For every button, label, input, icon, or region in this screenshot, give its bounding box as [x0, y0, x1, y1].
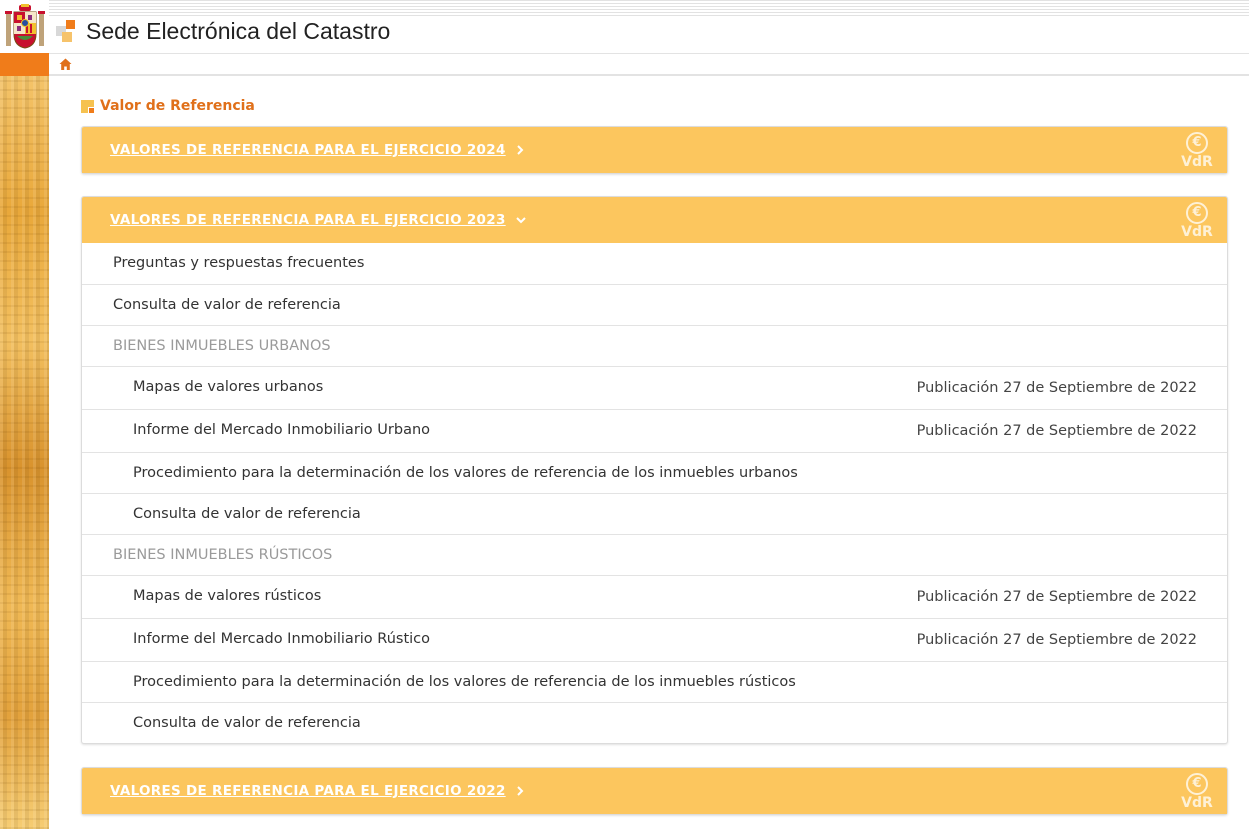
- list-item[interactable]: Consulta de valor de referencia: [82, 284, 1227, 325]
- list-item[interactable]: Consulta de valor de referencia: [82, 493, 1227, 534]
- list-item[interactable]: Mapas de valores rústicos Publicación 27…: [82, 575, 1227, 618]
- item-label[interactable]: Consulta de valor de referencia: [113, 297, 341, 313]
- item-label[interactable]: Consulta de valor de referencia: [133, 506, 361, 522]
- panel-title-link[interactable]: VALORES DE REFERENCIA PARA EL EJERCICIO …: [110, 783, 524, 799]
- item-label[interactable]: Procedimiento para la determinación de l…: [133, 674, 796, 690]
- item-label[interactable]: Procedimiento para la determinación de l…: [133, 465, 798, 481]
- list-item[interactable]: Preguntas y respuestas frecuentes: [82, 243, 1227, 284]
- publication-date: Publicación 27 de Septiembre de 2022: [916, 380, 1197, 396]
- euro-icon: € VdR: [1179, 132, 1215, 172]
- site-title[interactable]: Sede Electrónica del Catastro: [86, 18, 390, 45]
- city-photo-banner: [0, 76, 49, 829]
- publication-date: Publicación 27 de Septiembre de 2022: [916, 632, 1197, 648]
- panel-header-2023[interactable]: VALORES DE REFERENCIA PARA EL EJERCICIO …: [82, 197, 1227, 243]
- page-title: Valor de Referencia: [100, 98, 255, 114]
- spain-coat-of-arms-logo: [0, 0, 49, 53]
- panel-ejercicio-2024: VALORES DE REFERENCIA PARA EL EJERCICIO …: [81, 126, 1228, 174]
- section-header-rusticos: BIENES INMUEBLES RÚSTICOS: [82, 534, 1227, 575]
- item-label[interactable]: Preguntas y respuestas frecuentes: [113, 255, 364, 271]
- panel-header-2024[interactable]: VALORES DE REFERENCIA PARA EL EJERCICIO …: [82, 127, 1227, 173]
- item-label[interactable]: Consulta de valor de referencia: [133, 715, 361, 731]
- list-item[interactable]: Procedimiento para la determinación de l…: [82, 452, 1227, 493]
- catastro-logo-icon: [56, 20, 78, 42]
- chevron-down-icon: [515, 217, 526, 224]
- euro-icon: € VdR: [1179, 202, 1215, 242]
- list-item[interactable]: Informe del Mercado Inmobiliario Rústico…: [82, 618, 1227, 661]
- section-label: BIENES INMUEBLES RÚSTICOS: [113, 547, 333, 563]
- section-header-urbanos: BIENES INMUEBLES URBANOS: [82, 325, 1227, 366]
- panel-title-link[interactable]: VALORES DE REFERENCIA PARA EL EJERCICIO …: [110, 142, 524, 158]
- panel-ejercicio-2022: VALORES DE REFERENCIA PARA EL EJERCICIO …: [81, 767, 1228, 815]
- panel-header-2022[interactable]: VALORES DE REFERENCIA PARA EL EJERCICIO …: [82, 768, 1227, 814]
- heading-bullet-icon: [81, 99, 94, 113]
- euro-icon: € VdR: [1179, 773, 1215, 813]
- page-heading: Valor de Referencia: [81, 96, 255, 116]
- chevron-right-icon: [516, 786, 524, 796]
- chevron-right-icon: [516, 145, 524, 155]
- accent-bar: [0, 53, 49, 76]
- list-item[interactable]: Consulta de valor de referencia: [82, 702, 1227, 743]
- panel-title-link[interactable]: VALORES DE REFERENCIA PARA EL EJERCICIO …: [110, 212, 526, 228]
- item-label[interactable]: Mapas de valores rústicos: [133, 588, 321, 604]
- item-label[interactable]: Mapas de valores urbanos: [133, 379, 323, 395]
- list-item[interactable]: Mapas de valores urbanos Publicación 27 …: [82, 366, 1227, 409]
- section-label: BIENES INMUEBLES URBANOS: [113, 338, 331, 354]
- panel-ejercicio-2023: VALORES DE REFERENCIA PARA EL EJERCICIO …: [81, 196, 1228, 744]
- item-label[interactable]: Informe del Mercado Inmobiliario Urbano: [133, 422, 430, 438]
- publication-date: Publicación 27 de Septiembre de 2022: [916, 423, 1197, 439]
- left-decor-strip: [0, 0, 49, 829]
- header-stripes: [49, 0, 1249, 16]
- publication-date: Publicación 27 de Septiembre de 2022: [916, 589, 1197, 605]
- list-item[interactable]: Procedimiento para la determinación de l…: [82, 661, 1227, 702]
- breadcrumb-bar: [49, 53, 1249, 76]
- home-icon[interactable]: [59, 58, 72, 71]
- item-label[interactable]: Informe del Mercado Inmobiliario Rústico: [133, 631, 430, 647]
- site-header: Sede Electrónica del Catastro: [49, 0, 1249, 53]
- panel-list-2023: Preguntas y respuestas frecuentes Consul…: [82, 243, 1227, 743]
- list-item[interactable]: Informe del Mercado Inmobiliario Urbano …: [82, 409, 1227, 452]
